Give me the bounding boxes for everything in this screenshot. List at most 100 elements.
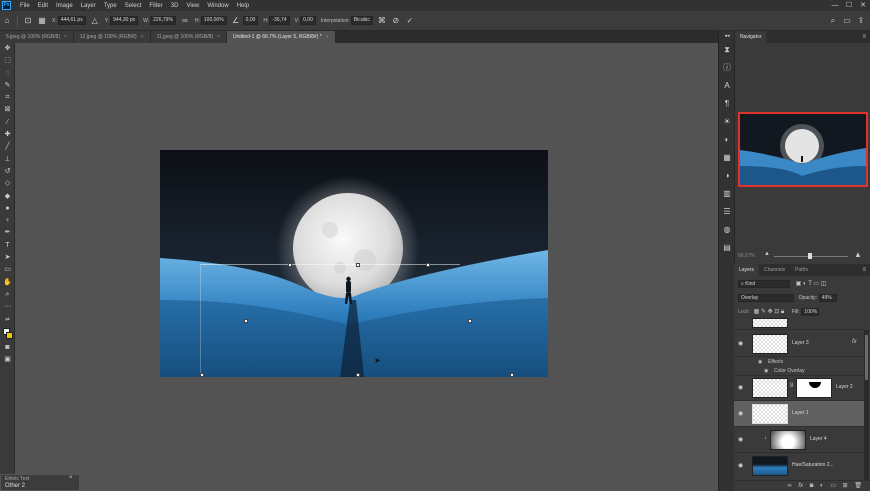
gradient-icon[interactable]: ◆ bbox=[0, 191, 15, 203]
eye-icon[interactable]: ◉ bbox=[738, 340, 743, 347]
eraser-icon[interactable]: ◇ bbox=[0, 178, 15, 190]
menu-select[interactable]: Select bbox=[121, 3, 146, 9]
close-icon[interactable]: × bbox=[217, 34, 220, 40]
transform-handle[interactable] bbox=[288, 263, 292, 267]
zoom-icon[interactable]: ⌕ bbox=[0, 289, 15, 301]
close-icon[interactable]: × bbox=[141, 34, 144, 40]
layer-row-layer-1[interactable]: ◉ Layer 1 bbox=[734, 401, 864, 427]
layer-row-layer-4[interactable]: ◉ ↓ Layer 4 bbox=[734, 427, 864, 453]
hand-icon[interactable]: ✋ bbox=[0, 277, 15, 289]
styles-icon[interactable]: ◍ bbox=[719, 221, 735, 239]
link-icon[interactable]: 8 bbox=[790, 383, 793, 389]
history-icon[interactable]: ⧗ bbox=[719, 41, 735, 59]
menu-window[interactable]: Window bbox=[203, 3, 232, 9]
panel-menu-icon[interactable]: ≡ bbox=[862, 267, 866, 273]
transform-handle[interactable] bbox=[244, 319, 248, 323]
search-icon[interactable]: ⌕ bbox=[828, 16, 838, 26]
layer-mask-thumbnail[interactable] bbox=[796, 378, 832, 398]
shape-icon[interactable]: ▭ bbox=[0, 264, 15, 276]
interpolation-select[interactable]: Bicubic bbox=[350, 16, 373, 25]
color-icon[interactable]: ◐ bbox=[719, 131, 735, 149]
eye-icon[interactable]: ◉ bbox=[738, 462, 743, 469]
x-input[interactable]: 444,61 px bbox=[57, 16, 86, 25]
quick-select-icon[interactable]: ✎ bbox=[0, 80, 15, 92]
transform-handle[interactable] bbox=[200, 373, 204, 377]
menu-3d[interactable]: 3D bbox=[167, 3, 183, 9]
marquee-icon[interactable]: ⬚ bbox=[0, 55, 15, 67]
dodge-icon[interactable]: ♀ bbox=[0, 215, 15, 227]
type-icon[interactable]: T bbox=[0, 240, 15, 252]
adjustment-layer-icon[interactable]: ◐ bbox=[820, 483, 824, 489]
transform-handle[interactable] bbox=[468, 319, 472, 323]
info-icon[interactable]: ⓘ bbox=[719, 59, 735, 77]
lasso-icon[interactable]: ◌ bbox=[0, 68, 15, 80]
warp-icon[interactable]: ⌘ bbox=[377, 16, 387, 26]
menu-filter[interactable]: Filter bbox=[145, 3, 166, 9]
menu-help[interactable]: Help bbox=[233, 3, 253, 9]
height-input[interactable]: 100,00% bbox=[200, 16, 227, 25]
menu-file[interactable]: File bbox=[16, 3, 34, 9]
commit-transform-icon[interactable]: ✓ bbox=[405, 16, 415, 26]
group-icon[interactable]: ▭ bbox=[830, 483, 836, 489]
lightbulb-icon[interactable]: ☀ bbox=[719, 113, 735, 131]
add-mask-icon[interactable]: ◙ bbox=[810, 483, 814, 489]
transform-box[interactable] bbox=[200, 264, 460, 377]
collapse-icon[interactable]: ◂◂ bbox=[719, 31, 735, 41]
crop-icon[interactable]: ⌗ bbox=[0, 92, 15, 104]
properties-icon[interactable]: ☰ bbox=[719, 203, 735, 221]
document-canvas[interactable]: ➤ bbox=[160, 150, 548, 377]
quick-mask-icon[interactable]: ◙ bbox=[0, 342, 15, 354]
zoom-slider-thumb[interactable] bbox=[808, 253, 812, 259]
transform-handle[interactable] bbox=[426, 263, 430, 267]
h-skew-input[interactable]: -36,74 bbox=[269, 16, 290, 25]
link-layers-icon[interactable]: ∞ bbox=[787, 483, 791, 489]
brush-icon[interactable]: ╱ bbox=[0, 141, 15, 153]
workspace-icon[interactable]: ▭ bbox=[842, 16, 852, 26]
close-icon[interactable]: × bbox=[69, 475, 73, 481]
reference-point-icon[interactable]: ▦ bbox=[37, 16, 47, 26]
cancel-transform-icon[interactable]: ⊘ bbox=[391, 16, 401, 26]
transform-handle[interactable] bbox=[356, 373, 360, 377]
move-icon[interactable]: ✥ bbox=[0, 43, 15, 55]
menu-edit[interactable]: Edit bbox=[34, 3, 52, 9]
blur-icon[interactable]: ● bbox=[0, 203, 15, 215]
floating-panel[interactable]: Ethnic Text × Other 2 bbox=[0, 474, 80, 491]
tab-layers[interactable]: Layers bbox=[734, 264, 760, 276]
layers-scroll-thumb[interactable] bbox=[865, 335, 868, 380]
filter-icons[interactable]: ▣ ◐ T ▭ ◫ bbox=[796, 281, 827, 287]
color-swatches[interactable] bbox=[0, 326, 15, 342]
menu-layer[interactable]: Layer bbox=[77, 3, 100, 9]
tab-12-jpeg[interactable]: 12.jpeg @ 100% (RGB/8) × bbox=[73, 31, 151, 43]
tab-paths[interactable]: Paths bbox=[790, 264, 813, 276]
screen-mode-icon[interactable]: ▣ bbox=[0, 354, 15, 366]
transform-handle[interactable] bbox=[510, 373, 514, 377]
maximize-button[interactable]: ☐ bbox=[842, 0, 856, 11]
swap-colors-icon[interactable]: ⇄ bbox=[0, 314, 15, 326]
frame-icon[interactable]: ⊠ bbox=[0, 104, 15, 116]
lock-icons[interactable]: ▦ ✎ ✥ ⊡ 🔒︎ bbox=[754, 309, 785, 315]
y-input[interactable]: 944,30 px bbox=[110, 16, 139, 25]
eye-icon[interactable]: ◉ bbox=[738, 436, 743, 443]
layer-row-layer-2[interactable]: ◉ 8 Layer 2 bbox=[734, 375, 864, 401]
pen-icon[interactable]: ✒ bbox=[0, 227, 15, 239]
delta-icon[interactable]: △ bbox=[90, 16, 100, 26]
eye-icon[interactable]: ◉ bbox=[758, 359, 762, 365]
more-icon[interactable]: ··· bbox=[0, 301, 15, 313]
character-icon[interactable]: A bbox=[719, 77, 735, 95]
paragraph-icon[interactable]: ¶ bbox=[719, 95, 735, 113]
zoom-in-icon[interactable]: ▲ bbox=[854, 250, 862, 259]
layer-row-partial[interactable] bbox=[734, 318, 864, 330]
background-color[interactable] bbox=[6, 331, 13, 339]
fx-icon[interactable]: fx bbox=[852, 339, 857, 345]
panel-menu-icon[interactable]: ≡ bbox=[862, 34, 866, 40]
transform-icon[interactable]: ⊡ bbox=[23, 16, 33, 26]
zoom-value[interactable]: 66,67% bbox=[738, 253, 755, 259]
stamp-icon[interactable]: ⊥ bbox=[0, 154, 15, 166]
width-input[interactable]: 226,79% bbox=[150, 16, 176, 25]
eye-icon[interactable]: ◉ bbox=[738, 410, 743, 417]
history-brush-icon[interactable]: ↺ bbox=[0, 166, 15, 178]
gradients-icon[interactable]: ▤ bbox=[719, 239, 735, 257]
eye-icon[interactable]: ◉ bbox=[738, 384, 743, 391]
eye-icon[interactable]: ◉ bbox=[764, 368, 768, 374]
new-layer-icon[interactable]: ⊞ bbox=[843, 483, 848, 489]
